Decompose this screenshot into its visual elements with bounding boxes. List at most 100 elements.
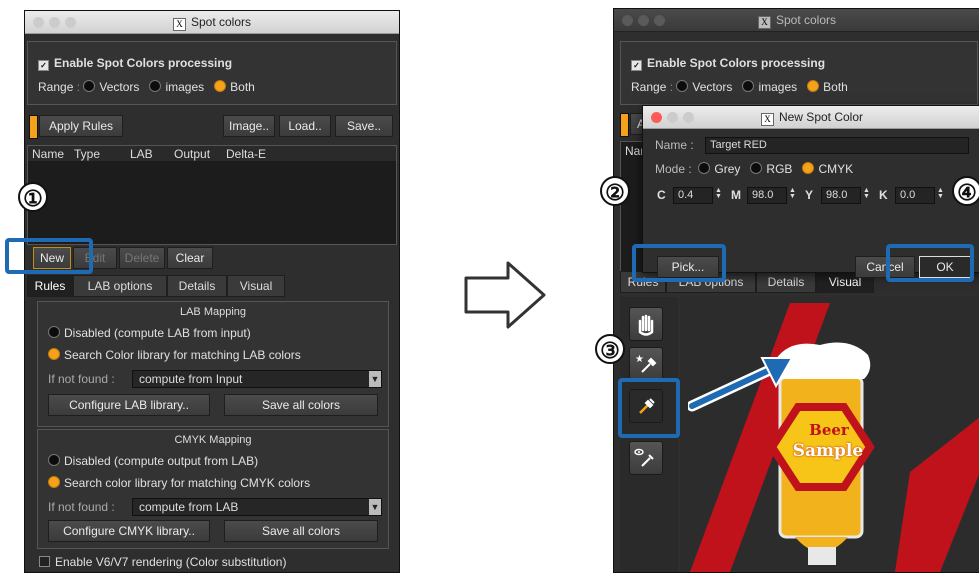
lab-fallback-select[interactable]: compute from Input ▼ <box>132 370 382 388</box>
visual-preview[interactable]: Beer Sample <box>680 297 979 572</box>
range-images-radio[interactable]: images <box>742 80 797 94</box>
y-stepper[interactable]: ▲ ▼ <box>863 187 870 201</box>
cmyk-save-all-button[interactable]: Save all colors <box>224 520 378 542</box>
radio-icon <box>214 80 227 92</box>
name-label-text: Name <box>655 138 688 152</box>
enable-spot-colors-checkbox[interactable]: ✓ Enable Spot Colors processing <box>631 56 825 71</box>
mode-cmyk-radio[interactable]: CMYK <box>802 162 853 176</box>
load-button[interactable]: Load.. <box>279 115 331 137</box>
radio-label: images <box>758 80 798 94</box>
c-stepper[interactable]: ▲ ▼ <box>715 187 722 201</box>
hand-tool-button[interactable] <box>629 307 663 341</box>
pointer-arrow-icon <box>688 357 794 412</box>
callout-2: ② <box>600 176 630 206</box>
lab-mapping-header: LAB Mapping <box>179 306 247 318</box>
new-button-highlight <box>5 238 93 274</box>
checkbox-icon <box>39 556 50 567</box>
lab-if-not-found-label: If not found : <box>48 372 115 386</box>
y-input[interactable]: 98.0 <box>821 187 861 204</box>
lab-search-radio[interactable]: Search Color library for matching LAB co… <box>48 348 301 362</box>
radio-label: Search color library for matching CMYK c… <box>64 476 311 490</box>
range-vectors-radio[interactable]: Vectors <box>676 80 732 94</box>
enable-label: Enable Spot Colors processing <box>647 56 826 70</box>
configure-lab-button[interactable]: Configure LAB library.. <box>48 394 210 416</box>
radio-label: CMYK <box>818 162 854 176</box>
ok-button-highlight <box>886 244 974 282</box>
enable-v6-checkbox[interactable]: Enable V6/V7 rendering (Color substituti… <box>39 555 286 569</box>
radio-label: Both <box>823 80 848 94</box>
apply-rules-button[interactable]: Apply Rules <box>39 115 123 137</box>
cmyk-if-not-found-label: If not found : <box>48 500 115 514</box>
delete-button[interactable]: Delete <box>119 247 165 269</box>
range-both-radio[interactable]: Both <box>214 80 255 94</box>
radio-icon <box>48 476 60 488</box>
enable-spot-colors-checkbox[interactable]: ✓ Enable Spot Colors processing <box>38 56 232 71</box>
name-input[interactable]: Target RED <box>705 137 969 154</box>
callout-3: ③ <box>595 334 625 364</box>
if-not-found-text: If not found <box>48 500 109 514</box>
lab-disabled-radio[interactable]: Disabled (compute LAB from input) <box>48 326 251 340</box>
eyedropper-tool-highlight <box>618 378 680 438</box>
column-lab[interactable]: LAB <box>130 147 153 161</box>
radio-label: images <box>165 80 205 94</box>
range-row: Range : Vectors images Both <box>38 80 255 94</box>
column-delta-e[interactable]: Delta-E <box>226 147 266 161</box>
save-button[interactable]: Save.. <box>335 115 393 137</box>
spot-colors-window-left: X Spot colors ✓ Enable Spot Colors process… <box>24 10 400 573</box>
image-button[interactable]: Image.. <box>223 115 275 137</box>
mode-grey-radio[interactable]: Grey <box>698 162 740 176</box>
range-label: Range <box>38 80 74 94</box>
clear-button[interactable]: Clear <box>167 247 213 269</box>
y-label: Y <box>805 188 814 202</box>
m-input[interactable]: 98.0 <box>747 187 787 204</box>
tab-lab-options[interactable]: LAB options <box>73 275 167 297</box>
add-eyedropper-tool-button[interactable]: ★ <box>629 347 663 381</box>
c-input[interactable]: 0.4 <box>673 187 713 204</box>
lab-save-all-button[interactable]: Save all colors <box>224 394 378 416</box>
view-eyedropper-tool-button[interactable] <box>629 441 663 475</box>
radio-icon <box>149 80 162 92</box>
m-label: M <box>731 188 741 202</box>
k-input[interactable]: 0.0 <box>895 187 935 204</box>
select-value: compute from Input <box>139 372 243 386</box>
cmyk-disabled-radio[interactable]: Disabled (compute output from LAB) <box>48 454 258 468</box>
radio-icon <box>676 80 689 92</box>
window-title-text: Spot colors <box>775 13 837 27</box>
range-both-radio[interactable]: Both <box>807 80 848 94</box>
column-name[interactable]: Name <box>32 147 64 161</box>
mode-label: Mode <box>655 162 686 176</box>
radio-icon <box>742 80 755 92</box>
mode-row: Mode : Grey RGB CMYK <box>655 162 854 176</box>
title-bar: X Spot colors <box>25 11 399 34</box>
range-images-radio[interactable]: images <box>149 80 204 94</box>
beer-label-text: Beer <box>809 421 849 439</box>
tab-details[interactable]: Details <box>756 271 816 293</box>
chevron-down-icon: ▼ <box>369 371 381 387</box>
window-title-text: Spot colors <box>190 15 252 29</box>
mode-rgb-radio[interactable]: RGB <box>750 162 792 176</box>
cmyk-search-radio[interactable]: Search color library for matching CMYK c… <box>48 476 310 490</box>
radio-icon <box>750 162 763 174</box>
apply-indicator <box>29 115 38 139</box>
callout-1: ① <box>18 182 48 212</box>
m-stepper[interactable]: ▲ ▼ <box>789 187 796 201</box>
cmyk-fallback-select[interactable]: compute from LAB ▼ <box>132 498 382 516</box>
eyedropper-star-icon: ★ <box>635 354 657 373</box>
callout-4: ④ <box>952 176 979 206</box>
title-bar: X Spot colors <box>614 9 979 32</box>
range-vectors-radio[interactable]: Vectors <box>83 80 139 94</box>
dialog-title-text: New Spot Color <box>778 110 864 124</box>
tab-visual[interactable]: Visual <box>227 275 285 297</box>
chevron-down-icon: ▼ <box>369 499 381 515</box>
radio-icon <box>48 454 60 466</box>
k-stepper[interactable]: ▲ ▼ <box>937 187 944 201</box>
column-type[interactable]: Type <box>74 147 100 161</box>
range-row: Range : Vectors images Both <box>631 80 848 94</box>
column-output[interactable]: Output <box>174 147 210 161</box>
radio-label: Vectors <box>692 80 733 94</box>
rules-table[interactable]: Name Type LAB Output Delta-E <box>27 145 397 245</box>
apply-indicator <box>620 113 629 137</box>
configure-cmyk-button[interactable]: Configure CMYK library.. <box>48 520 210 542</box>
tab-rules[interactable]: Rules <box>27 275 73 297</box>
tab-details[interactable]: Details <box>167 275 227 297</box>
